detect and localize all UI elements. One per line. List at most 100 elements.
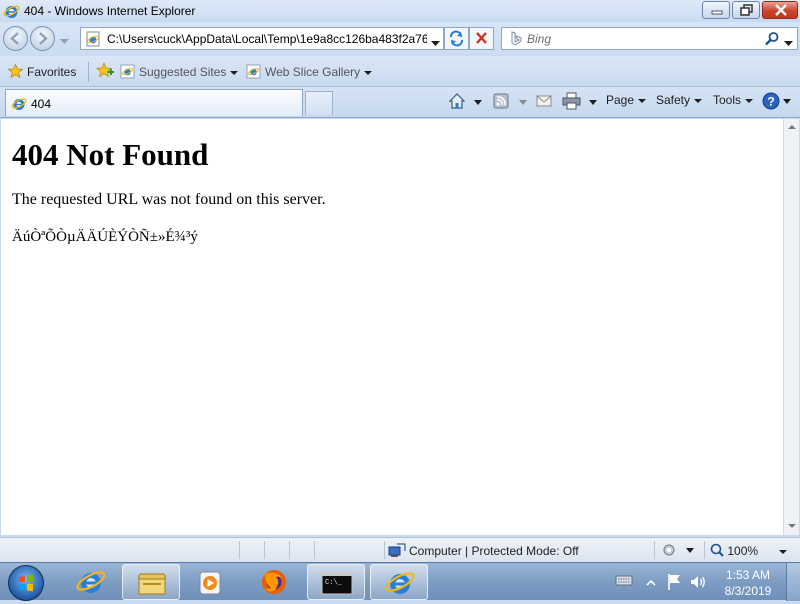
address-dropdown[interactable]	[431, 36, 440, 50]
ie-page-icon	[246, 64, 261, 79]
start-button[interactable]	[8, 565, 44, 601]
safety-menu-button[interactable]: Safety	[656, 93, 703, 107]
chevron-down-icon	[694, 98, 703, 103]
system-clock[interactable]: 1:53 AM 8/3/2019	[712, 567, 784, 599]
search-options-dropdown[interactable]	[784, 36, 793, 50]
computer-zone-icon	[388, 542, 406, 561]
status-divider	[289, 541, 290, 559]
web-slice-gallery-button[interactable]: Web Slice Gallery	[246, 64, 373, 79]
home-icon	[448, 93, 482, 109]
status-divider	[239, 541, 240, 559]
help-button[interactable]: ?	[762, 92, 792, 113]
windows-logo-icon	[19, 574, 33, 592]
close-icon	[775, 4, 787, 16]
show-hidden-icons-button[interactable]	[646, 576, 656, 590]
taskbar-firefox[interactable]	[245, 564, 303, 600]
search-box[interactable]: Bing	[501, 27, 798, 50]
zoom-level: 100%	[727, 544, 759, 558]
scroll-up-icon[interactable]	[788, 125, 796, 129]
bing-logo-icon	[508, 31, 524, 50]
page-heading: 404 Not Found	[12, 137, 209, 172]
printer-icon	[562, 92, 597, 110]
internet-explorer-icon	[385, 572, 415, 594]
back-arrow-icon	[10, 32, 19, 45]
taskbar-windows-explorer[interactable]	[122, 564, 180, 600]
status-divider	[314, 541, 315, 559]
suggested-sites-button[interactable]: Suggested Sites	[120, 64, 239, 79]
security-zone-label[interactable]: Computer | Protected Mode: Off	[409, 544, 579, 558]
protected-mode-button[interactable]	[660, 542, 700, 561]
chevron-up-icon	[646, 579, 656, 586]
keyboard-icon[interactable]	[615, 573, 633, 590]
chevron-down-icon	[745, 98, 754, 103]
gear-shield-icon	[663, 544, 694, 556]
internet-explorer-icon	[76, 571, 106, 593]
maximize-button[interactable]	[732, 1, 760, 19]
chevron-down-icon	[230, 70, 239, 75]
chevron-down-icon	[431, 41, 440, 46]
page-menu-label: Page	[606, 93, 635, 107]
error-message: The requested URL was not found on this …	[12, 191, 326, 208]
favorites-bar: Favorites Suggested Sites Web Slice Gall…	[0, 56, 800, 87]
tab-label: 404	[31, 97, 52, 111]
chevron-down-icon	[784, 41, 793, 46]
volume-icon[interactable]	[689, 573, 707, 594]
search-button[interactable]	[764, 31, 780, 50]
svg-text:?: ?	[767, 95, 774, 109]
suggested-sites-label: Suggested Sites	[139, 65, 227, 79]
zoom-button[interactable]: 100%	[710, 543, 788, 558]
zoom-icon	[710, 543, 724, 557]
page-icon	[85, 31, 101, 50]
print-button[interactable]	[562, 92, 600, 113]
refresh-button[interactable]	[444, 27, 469, 50]
favorites-button[interactable]: Favorites	[7, 63, 76, 79]
add-favorite-icon	[95, 61, 114, 78]
taskbar-media-player[interactable]	[182, 564, 240, 600]
tools-menu-button[interactable]: Tools	[713, 93, 754, 107]
scroll-down-icon[interactable]	[788, 524, 796, 528]
chevron-down-icon	[364, 70, 373, 75]
status-divider	[264, 541, 265, 559]
show-desktop-button[interactable]	[786, 563, 800, 601]
taskbar-internet-explorer-window[interactable]	[370, 564, 428, 600]
ie-app-icon	[3, 3, 20, 23]
forward-button[interactable]	[30, 26, 55, 51]
action-center-flag-icon[interactable]	[666, 573, 684, 594]
address-bar[interactable]: C:\Users\cuck\AppData\Local\Temp\1e9a8cc…	[80, 27, 444, 50]
search-input[interactable]: Bing	[527, 32, 551, 46]
help-icon: ?	[762, 92, 791, 110]
page-menu-button[interactable]: Page	[606, 93, 647, 107]
chevron-down-icon	[638, 98, 647, 103]
stop-button[interactable]	[469, 27, 494, 50]
history-dropdown[interactable]	[60, 34, 69, 48]
tools-menu-label: Tools	[713, 93, 742, 107]
minimize-button[interactable]	[702, 1, 730, 19]
taskbar-internet-explorer[interactable]	[62, 564, 120, 600]
status-divider	[654, 541, 655, 559]
status-divider	[384, 541, 385, 559]
close-button[interactable]	[762, 1, 798, 19]
status-bar: Computer | Protected Mode: Off 100%	[0, 537, 800, 562]
tab-command-bar: 404 Page Safety Tools ?	[0, 87, 800, 118]
taskbar-command-prompt[interactable]: C:\_	[307, 564, 365, 600]
status-divider	[704, 541, 705, 559]
favorites-star-icon	[7, 63, 24, 79]
vertical-scrollbar[interactable]	[783, 119, 799, 535]
new-tab-button[interactable]	[305, 91, 333, 115]
tab-404[interactable]: 404	[5, 89, 303, 116]
add-to-favorites-bar-button[interactable]	[95, 61, 114, 81]
feeds-button[interactable]	[493, 92, 531, 113]
title-bar: 404 - Windows Internet Explorer	[0, 0, 800, 22]
mail-icon	[536, 95, 552, 107]
safety-menu-label: Safety	[656, 93, 691, 107]
forward-arrow-icon	[39, 32, 48, 45]
home-button[interactable]	[448, 92, 486, 113]
read-mail-button[interactable]	[535, 92, 553, 113]
svg-text:C:\_: C:\_	[325, 579, 343, 587]
refresh-icon	[450, 30, 463, 47]
back-button[interactable]	[3, 26, 28, 51]
ie-window: 404 - Windows Internet Explorer C:\Users…	[0, 0, 800, 562]
address-input[interactable]: C:\Users\cuck\AppData\Local\Temp\1e9a8cc…	[107, 32, 427, 46]
stop-icon	[476, 32, 487, 44]
rss-feed-icon	[493, 93, 527, 109]
